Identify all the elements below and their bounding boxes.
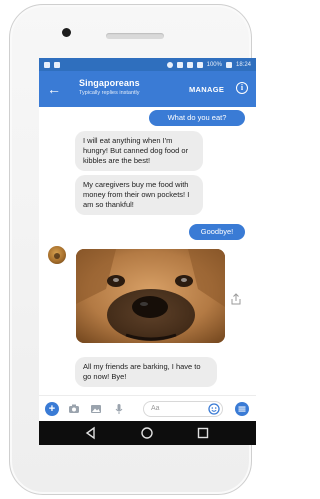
- mute-icon: [176, 61, 183, 68]
- message-composer: + Aa: [39, 395, 256, 422]
- dog-photo[interactable]: [76, 249, 225, 343]
- wifi-icon: [186, 61, 193, 68]
- battery-icon: [225, 61, 232, 68]
- recents-nav-icon[interactable]: [196, 426, 210, 440]
- clock: 18:24: [235, 61, 251, 68]
- message-bubble-incoming[interactable]: My caregivers buy me food with money fro…: [75, 175, 203, 215]
- messenger-notification-icon: [44, 61, 50, 68]
- android-nav-bar: [39, 421, 256, 445]
- phone-screen: 100% 18:24 ← Singaporeans Typically repl…: [39, 58, 256, 445]
- phone-frame: 100% 18:24 ← Singaporeans Typically repl…: [9, 4, 256, 495]
- manage-button[interactable]: MANAGE: [189, 85, 224, 94]
- front-camera: [62, 28, 71, 37]
- battery-level: 100%: [206, 61, 222, 68]
- home-nav-icon[interactable]: [140, 426, 154, 440]
- back-button[interactable]: ←: [45, 80, 63, 98]
- page-avatar[interactable]: [48, 246, 66, 264]
- message-bubble-outgoing[interactable]: Goodbye!: [189, 224, 245, 240]
- back-nav-icon[interactable]: [84, 426, 98, 440]
- status-bar: 100% 18:24: [39, 58, 256, 71]
- message-bubble-incoming[interactable]: All my friends are barking, I have to go…: [75, 357, 217, 387]
- signal-icon: [196, 61, 203, 68]
- microphone-icon[interactable]: [112, 402, 126, 416]
- more-icon[interactable]: [235, 402, 249, 416]
- alarm-icon: [166, 61, 173, 68]
- chat-title-block[interactable]: Singaporeans Typically replies instantly: [79, 78, 140, 96]
- dog-photo-illustration: [76, 249, 225, 343]
- chat-subtitle: Typically replies instantly: [79, 90, 140, 96]
- plus-icon[interactable]: +: [45, 402, 59, 416]
- chat-header: ← Singaporeans Typically replies instant…: [39, 71, 256, 107]
- message-bubble-incoming[interactable]: I will eat anything when I'm hungry! But…: [75, 131, 203, 171]
- message-list[interactable]: What do you eat? I will eat anything whe…: [39, 107, 256, 395]
- chat-title: Singaporeans: [79, 78, 140, 88]
- share-icon[interactable]: [230, 293, 242, 305]
- emoji-icon[interactable]: [207, 402, 221, 416]
- back-arrow-icon: ←: [47, 81, 61, 97]
- speaker-grille: [106, 33, 164, 39]
- gallery-icon[interactable]: [89, 402, 103, 416]
- camera-icon[interactable]: [67, 402, 81, 416]
- sim-icon: [54, 61, 60, 68]
- message-bubble-outgoing[interactable]: What do you eat?: [149, 110, 245, 126]
- info-icon[interactable]: i: [236, 82, 248, 94]
